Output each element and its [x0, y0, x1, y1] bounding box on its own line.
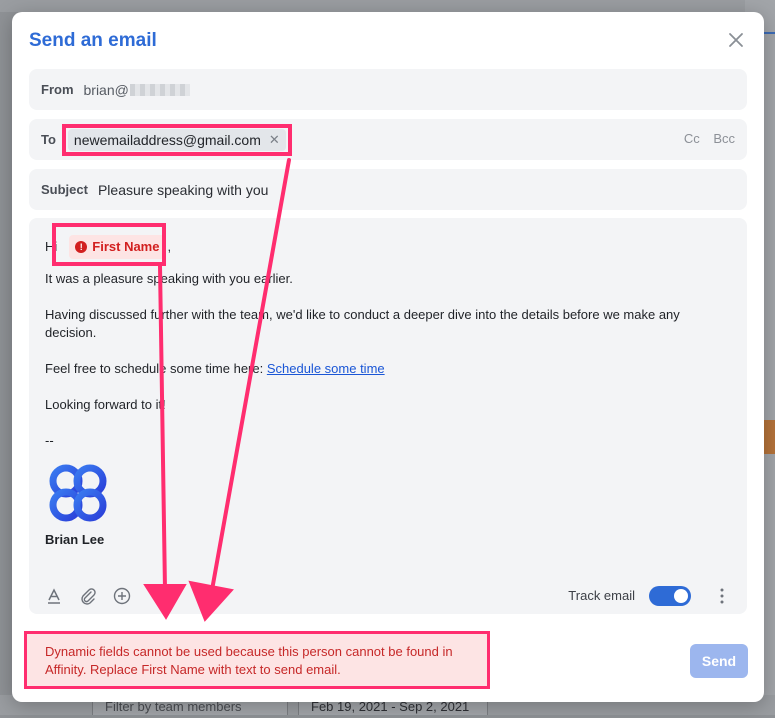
add-icon[interactable]: [113, 587, 131, 605]
from-label: From: [41, 82, 74, 97]
editor-toolbar: Track email: [45, 578, 731, 614]
close-icon[interactable]: [726, 30, 746, 50]
greeting-line: Hi ! First Name ,: [45, 234, 731, 260]
redacted-domain: [129, 83, 190, 96]
body-line-3-text: Feel free to schedule some time here:: [45, 361, 267, 376]
greeting-suffix: ,: [167, 239, 172, 254]
track-email-label: Track email: [568, 588, 635, 603]
dynamic-field-chip[interactable]: ! First Name: [69, 235, 166, 259]
to-label: To: [41, 132, 56, 147]
from-value: brian@: [83, 81, 129, 98]
body-line-4: Looking forward to it!: [45, 397, 166, 412]
cc-link[interactable]: Cc: [684, 131, 700, 146]
modal-title: Send an email: [29, 30, 157, 51]
track-email-toggle[interactable]: [649, 586, 691, 606]
background-app-header: [0, 0, 775, 12]
warning-icon: !: [75, 241, 88, 253]
greeting-prefix: Hi: [45, 239, 58, 254]
cc-bcc-links: Cc Bcc: [674, 131, 735, 146]
text-format-icon[interactable]: [45, 587, 63, 605]
body-line-2: Having discussed further with the team, …: [45, 307, 680, 340]
signature-name: Brian Lee: [45, 532, 105, 547]
recipient-email: newemailaddress@gmail.com: [73, 131, 261, 148]
to-field[interactable]: To newemailaddress@gmail.com ✕ Cc Bcc: [29, 119, 747, 160]
remove-recipient-icon[interactable]: ✕: [269, 132, 280, 148]
toggle-knob: [674, 589, 688, 603]
attachment-icon[interactable]: [79, 587, 97, 605]
send-button[interactable]: Send: [690, 644, 748, 678]
send-email-modal: Send an email From brian@ To newemailadd…: [12, 12, 764, 702]
signature-separator: --: [45, 433, 54, 448]
from-field: From brian@: [29, 69, 747, 110]
schedule-link[interactable]: Schedule some time: [267, 361, 385, 376]
recipient-chip[interactable]: newemailaddress@gmail.com ✕: [67, 128, 286, 151]
subject-field[interactable]: Subject Pleasure speaking with you: [29, 169, 747, 210]
body-line-1: It was a pleasure speaking with you earl…: [45, 271, 293, 286]
background-accent: [763, 420, 775, 454]
subject-value[interactable]: Pleasure speaking with you: [98, 182, 268, 198]
company-logo-icon: [49, 464, 107, 522]
subject-label: Subject: [41, 182, 88, 197]
more-options-icon[interactable]: [713, 586, 731, 606]
dynamic-field-label: First Name: [92, 239, 160, 254]
body-line-3: Feel free to schedule some time here: Sc…: [45, 360, 731, 378]
bcc-link[interactable]: Bcc: [713, 131, 735, 146]
email-body-editor[interactable]: Hi ! First Name , It was a pleasure spea…: [29, 218, 747, 614]
error-message: Dynamic fields cannot be used because th…: [24, 631, 490, 689]
